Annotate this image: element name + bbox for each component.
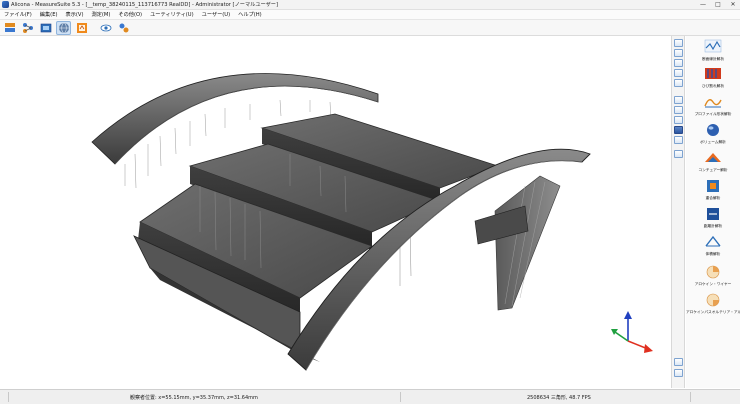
profile-form-icon [704,99,722,108]
status-separator [8,392,9,402]
texture-button[interactable] [674,150,683,158]
analysis-tool-label: 距離計解析 [703,224,723,228]
overlay-icon [707,180,719,192]
view-front-button[interactable] [674,106,683,114]
status-bar: 観察者位置: x=55.15mm, y=35.37mm, z=31.64mm 2… [0,389,740,404]
menu-bar: ファイル(F) 編集(E) 表示(V) 測定(M) その他(O) ユーティリティ… [0,10,740,20]
analysis-tool-profile-form[interactable]: プロファイル形状解析 [686,94,740,117]
render-info-readout: 2508634 三角形, 48.7 FPS [527,395,591,401]
scroll-down-button[interactable] [674,358,683,366]
menu-help[interactable]: ヘルプ(H) [238,11,262,18]
app-logo-icon [2,1,9,8]
analysis-tool-crack[interactable]: ひび割れ解析 [686,66,740,89]
main-toolbar [0,20,740,36]
globe-3d-icon [58,22,69,33]
menu-utility[interactable]: ユーティリティ(U) [150,11,194,18]
toolbar-tools-button[interactable] [116,21,131,35]
analysis-tool-label: プロファイル形状解析 [694,112,732,116]
toolbar-3d-view-button[interactable] [56,20,71,35]
toolbar-eye-button[interactable] [98,21,113,35]
menu-other[interactable]: その他(O) [118,11,142,18]
data-layers-icon [4,22,15,32]
view-side-button[interactable] [674,116,683,124]
zoom-out-button[interactable] [674,49,683,57]
rotate-button[interactable] [674,69,683,77]
analysis-tool-overlay[interactable]: 重合解析 [686,178,740,201]
image-view-icon [40,23,51,32]
contour-icon [705,153,721,162]
analysis-tool-profile[interactable]: 断面線計解析 [686,39,740,62]
analysis-tool-label: 重合解析 [705,196,721,200]
menu-measure[interactable]: 測定(M) [91,11,110,18]
axis-orientation-widget [611,311,653,353]
window-controls: — □ ✕ [699,1,737,8]
view-iso-button[interactable] [674,126,683,134]
analysis-tool-contour[interactable]: コンチュアー解析 [686,150,740,173]
zoom-fit-button[interactable] [674,59,683,67]
analysis-tool-volume[interactable]: ボリューム解析 [686,122,740,145]
report-grid-icon [76,22,87,33]
view-tool-column [671,36,685,388]
menu-view[interactable]: 表示(V) [66,11,84,18]
maximize-button[interactable]: □ [714,1,722,8]
tools-icon [119,23,128,32]
minimize-button[interactable]: — [699,1,707,8]
close-button[interactable]: ✕ [729,1,737,8]
view-top-button[interactable] [674,96,683,104]
3d-surface-render [91,73,653,371]
toolbar-report-button[interactable] [74,21,89,35]
menu-user[interactable]: ユーザー(U) [202,11,231,18]
analysis-tool-wire[interactable]: アロケイン・ワイヤー [686,264,740,287]
analysis-tool-wire-2[interactable]: アロケインパスオルテリア・アル [686,292,740,315]
profile-graph-icon [704,39,722,53]
menu-file[interactable]: ファイル(F) [4,11,32,18]
toolbar-measure-button[interactable] [20,21,35,35]
eye-icon [100,24,111,31]
wire-pie-icon [706,265,720,279]
viewer-position-readout: 観察者位置: x=55.15mm, y=35.37mm, z=31.64mm [130,395,258,401]
toolbar-image-button[interactable] [38,21,53,35]
title-bar: Alicona - MeasureSuite 5.3 - [__temp_382… [0,0,740,10]
analysis-tool-distance[interactable]: 距離計解析 [686,206,740,229]
wire-pie-2-icon [706,293,720,307]
distance-icon [707,208,719,220]
zoom-in-button[interactable] [674,39,683,47]
analysis-tool-label: ボリューム解析 [700,140,726,144]
status-separator [690,392,691,402]
analysis-panel: 断面線計解析 ひび割れ解析 プロファイル形状解析 ボリューム解析 コンチュアー解… [686,36,740,388]
analysis-tool-label: 体積解析 [705,252,721,256]
volume-icon [705,235,721,247]
status-separator [400,392,401,402]
volume-sphere-icon [707,124,719,136]
crack-analysis-icon [705,68,721,79]
app-window: Alicona - MeasureSuite 5.3 - [__temp_382… [0,0,740,404]
measure-tree-icon [22,22,33,33]
pan-button[interactable] [674,79,683,87]
scroll-end-button[interactable] [674,369,683,377]
analysis-tool-label: 断面線計解析 [701,57,725,61]
analysis-tool-label: コンチュアー解析 [698,168,728,172]
menu-edit[interactable]: 編集(E) [40,11,58,18]
window-title: Alicona - MeasureSuite 5.3 - [__temp_382… [11,2,279,8]
toolbar-data-button[interactable] [2,21,17,35]
analysis-tool-label: ひび割れ解析 [701,84,725,88]
3d-viewport[interactable] [0,36,670,388]
analysis-tool-label: アロケイン・ワイヤー [694,282,732,286]
analysis-tool-volume-calc[interactable]: 体積解析 [686,234,740,257]
light-button[interactable] [674,136,683,144]
analysis-tool-label: アロケインパスオルテリア・アル [686,310,740,314]
